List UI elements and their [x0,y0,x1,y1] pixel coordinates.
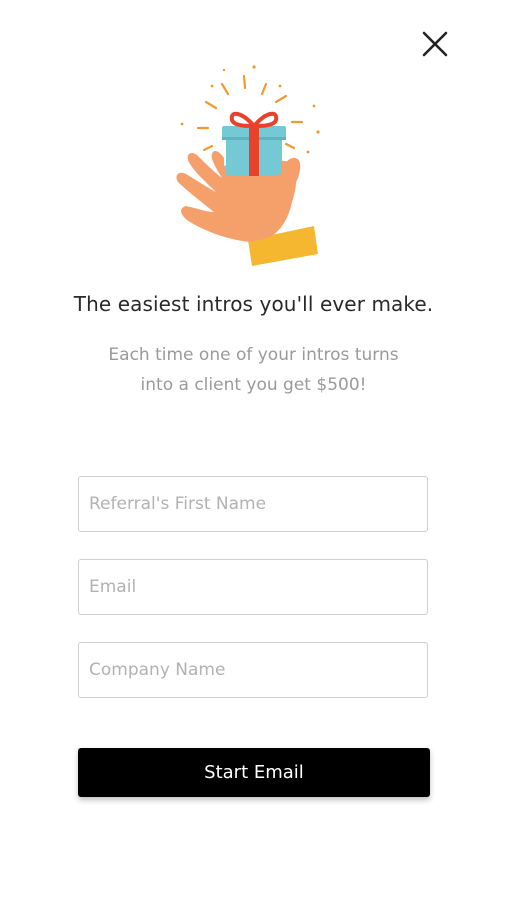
headline: The easiest intros you'll ever make. [73,292,434,316]
referral-first-name-input[interactable] [78,476,428,532]
subtext-line-2: into a client you get $500! [140,375,367,395]
hand-holding-gift-icon [176,65,320,266]
email-input[interactable] [78,559,428,615]
referral-modal: The easiest intros you'll ever make. Eac… [0,0,507,900]
close-icon[interactable] [419,28,451,60]
subtext-line-1: Each time one of your intros turns [108,345,399,365]
company-name-input[interactable] [78,642,428,698]
start-email-button[interactable]: Start Email [78,748,430,797]
subtext: Each time one of your intros turns into … [60,340,447,400]
